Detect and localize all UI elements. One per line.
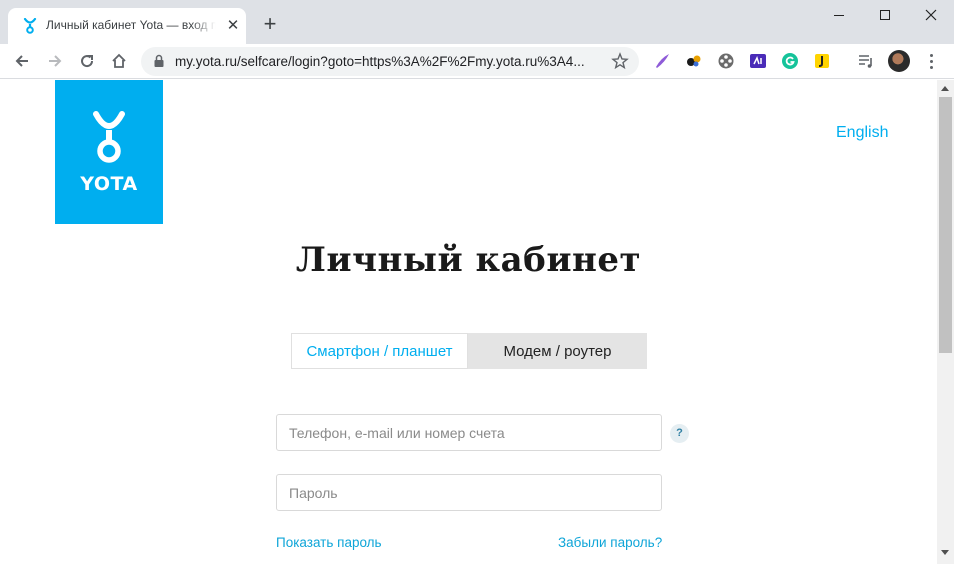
window-close-button[interactable]: [908, 0, 954, 30]
address-bar[interactable]: my.yota.ru/selfcare/login?goto=https%3A%…: [141, 47, 639, 76]
page-scrollbar[interactable]: [937, 80, 954, 564]
forward-arrow-icon: [49, 55, 62, 67]
device-type-tabs: Смартфон / планшет Модем / роутер: [291, 333, 647, 369]
window-minimize-button[interactable]: [816, 0, 862, 30]
password-input[interactable]: [276, 474, 662, 511]
media-queue-icon[interactable]: [857, 52, 875, 70]
home-icon: [112, 53, 126, 68]
tab-modem-router[interactable]: Модем / роутер: [468, 333, 647, 369]
yota-favicon-icon: [23, 18, 37, 34]
tab-smartphone-tablet[interactable]: Смартфон / планшет: [291, 333, 468, 369]
login-input[interactable]: [276, 414, 662, 451]
help-icon[interactable]: ?: [670, 424, 689, 443]
menu-dot-icon: [929, 53, 933, 57]
film-reel-extension-icon[interactable]: [717, 52, 735, 70]
new-tab-button[interactable]: +: [258, 13, 282, 37]
tab-title: Личный кабинет Yota — вход п: [46, 18, 216, 32]
dots-extension-icon[interactable]: [685, 52, 703, 70]
forgot-password-link[interactable]: Забыли пароль?: [558, 535, 662, 550]
back-button[interactable]: [10, 49, 34, 73]
yota-logo[interactable]: YOTA: [55, 80, 163, 224]
forward-button[interactable]: [43, 49, 67, 73]
show-password-link[interactable]: Показать пароль: [276, 535, 382, 550]
maximize-icon: [880, 10, 890, 20]
home-button[interactable]: [107, 49, 131, 73]
logo-text: YOTA: [80, 173, 138, 195]
page-title: Личный кабинет: [295, 240, 642, 280]
back-arrow-icon: [15, 55, 28, 67]
purple-ad-extension-icon[interactable]: [749, 52, 767, 70]
window-maximize-button[interactable]: [862, 0, 908, 30]
reload-icon: [81, 55, 94, 68]
scroll-down-arrow-icon[interactable]: [941, 550, 949, 555]
lock-icon: [154, 54, 164, 67]
language-switch-link[interactable]: English: [836, 124, 888, 142]
url-text: my.yota.ru/selfcare/login?goto=https%3A%…: [175, 54, 585, 69]
scroll-up-arrow-icon[interactable]: [941, 86, 949, 91]
browser-toolbar: my.yota.ru/selfcare/login?goto=https%3A%…: [0, 44, 954, 79]
menu-dot-icon: [929, 65, 933, 69]
bookmark-star-icon[interactable]: [611, 52, 629, 70]
yota-logo-icon: [93, 111, 125, 163]
quill-extension-icon[interactable]: [653, 52, 671, 70]
scroll-thumb[interactable]: [939, 97, 952, 353]
browser-menu-button[interactable]: [922, 50, 940, 72]
grammarly-extension-icon[interactable]: [781, 52, 799, 70]
browser-tab-strip: Личный кабинет Yota — вход п ✕ +: [0, 0, 954, 44]
tab-close-icon[interactable]: ✕: [224, 17, 242, 35]
close-icon: [925, 9, 937, 21]
menu-dot-icon: [929, 59, 933, 63]
minimize-icon: [834, 14, 844, 16]
page-viewport: YOTA English Личный кабинет Смартфон / п…: [0, 80, 937, 564]
reload-button[interactable]: [75, 49, 99, 73]
browser-tab[interactable]: Личный кабинет Yota — вход п ✕: [8, 8, 246, 44]
profile-avatar[interactable]: [888, 50, 910, 72]
yellow-extension-icon[interactable]: [813, 52, 831, 70]
